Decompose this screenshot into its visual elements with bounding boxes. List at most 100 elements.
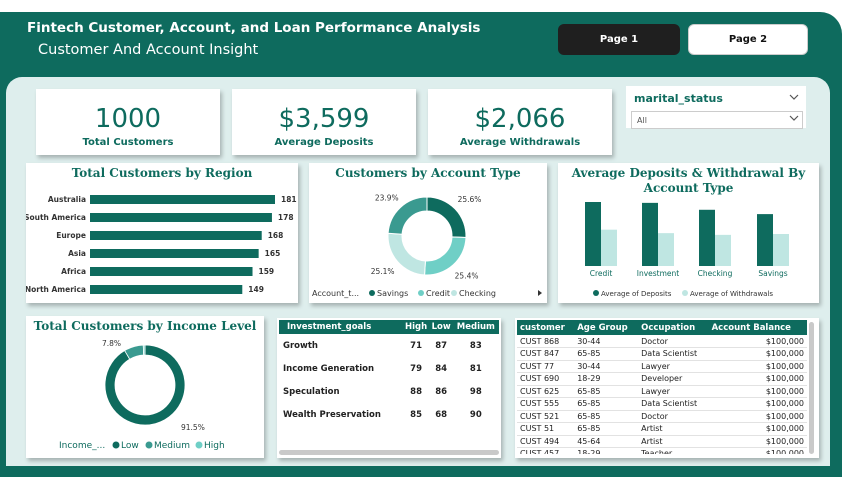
table-cell: 65-85 [574, 422, 639, 436]
column-header[interactable]: Occupation [638, 320, 709, 335]
table-cell: 65-85 [574, 410, 639, 423]
data-label: 91.5% [181, 423, 205, 432]
region-label: South America [26, 213, 86, 222]
table-cell: CUST 77 [517, 360, 575, 373]
deposit-bar [642, 202, 658, 266]
table-row[interactable]: CUST 868 30-44 Doctor $100,000 [517, 335, 807, 348]
table-cell: Doctor [638, 335, 709, 348]
table-cell: CUST 494 [517, 435, 575, 448]
table-cell: Data Scientist [638, 397, 709, 411]
category-label: Investment [637, 269, 680, 278]
column-header[interactable]: customer [517, 320, 575, 335]
table-cell: 87 [435, 340, 448, 351]
slicer-dropdown[interactable]: All [631, 111, 803, 129]
column-header[interactable]: High [402, 320, 430, 334]
deposit-bar [585, 202, 601, 266]
kpi-label: Average Withdrawals [459, 137, 581, 148]
table-cell: Lawyer [638, 385, 709, 398]
page2-button[interactable]: Page 2 [688, 24, 808, 55]
withdrawal-bar [658, 233, 674, 266]
table-cell: Teacher [638, 447, 709, 454]
donut-slice [104, 344, 186, 426]
column-header[interactable]: Medium [452, 320, 499, 334]
account-type-donut: 25.6% 25.4% 25.1% 23.9% Account_t... Savings C… [312, 193, 542, 298]
region-bar [90, 231, 262, 240]
table-cell: $100,000 [708, 347, 807, 361]
region-bar-chart: Australia 181 South America 178 Europe 168 Asi… [26, 195, 297, 294]
chevron-right-icon [538, 290, 542, 296]
table-row[interactable]: CUST 555 65-85 Data Scientist $100,000 [517, 397, 807, 411]
table-row[interactable]: CUST 494 45-64 Artist $100,000 [517, 435, 807, 448]
account-type-chart-card: Customers by Account Type 25.6% 25.4% 25.1… [309, 163, 547, 303]
table-row[interactable]: CUST 625 65-85 Lawyer $100,000 [517, 385, 807, 398]
table-cell: 83 [469, 340, 482, 351]
investment-goals-table: Investment_goals High Low Medium Growth 7… [279, 320, 499, 426]
data-label: 165 [265, 249, 281, 258]
table-cell: Income Generation [283, 363, 375, 374]
dashboard-title: Fintech Customer, Account, and Loan Perf… [27, 20, 481, 36]
legend-label: Credit [426, 289, 450, 298]
legend-marker [682, 290, 688, 296]
table-cell: $100,000 [708, 435, 807, 448]
table-row[interactable]: CUST 51 65-85 Artist $100,000 [517, 422, 807, 436]
data-label: 168 [268, 231, 284, 240]
table-cell: 65-85 [574, 397, 639, 411]
kpi-label: Average Deposits [274, 137, 374, 148]
legend-marker [195, 441, 203, 449]
region-bar [90, 285, 243, 294]
vertical-scrollbar[interactable] [809, 322, 814, 454]
data-label: 7.8% [102, 339, 121, 348]
page1-button[interactable]: Page 1 [558, 24, 680, 55]
table-cell: 65-85 [574, 385, 639, 398]
legend-label: Average of Withdrawals [690, 290, 773, 298]
chevron-down-icon[interactable] [789, 94, 799, 100]
donut-slice [387, 196, 428, 235]
table-row[interactable]: CUST 457 18-29 Teacher $100,000 [517, 447, 807, 454]
region-bar [90, 249, 259, 258]
table-cell: Wealth Preservation [283, 409, 381, 420]
column-header[interactable]: Account Balance [708, 320, 807, 335]
legend-label: Medium [154, 441, 190, 451]
table-row[interactable]: Wealth Preservation 85 68 90 [279, 403, 499, 426]
table-cell: CUST 521 [517, 410, 575, 423]
chevron-down-icon[interactable] [789, 115, 799, 121]
table-cell: Data Scientist [638, 347, 709, 361]
horizontal-scrollbar[interactable] [279, 450, 499, 455]
table-row[interactable]: Speculation 88 86 98 [279, 380, 499, 403]
table-cell: 86 [435, 386, 448, 397]
table-cell: CUST 690 [517, 372, 575, 386]
table-cell: 81 [469, 363, 482, 374]
marital-status-slicer[interactable]: marital_status All [626, 86, 806, 129]
table-row[interactable]: Growth 71 87 83 [279, 334, 499, 357]
table-row[interactable]: CUST 521 65-85 Doctor $100,000 [517, 410, 807, 423]
table-row[interactable]: CUST 77 30-44 Lawyer $100,000 [517, 360, 807, 373]
legend-title: Income_... [59, 441, 105, 451]
table-cell: $100,000 [708, 410, 807, 423]
kpi-average-withdrawals: $2,066 Average Withdrawals [428, 89, 612, 155]
data-label: 149 [248, 285, 264, 294]
table-cell: 18-29 [574, 372, 639, 386]
region-bar [90, 195, 275, 204]
data-label: 25.1% [371, 267, 395, 276]
table-cell: 30-44 [574, 335, 639, 348]
withdrawal-bar [773, 234, 789, 266]
column-header[interactable]: Investment_goals [279, 320, 403, 334]
category-label: Savings [758, 269, 787, 278]
table-row[interactable]: CUST 690 18-29 Developer $100,000 [517, 372, 807, 386]
table-row[interactable]: Income Generation 79 84 81 [279, 357, 499, 380]
table-cell: 85 [410, 409, 422, 420]
region-label: North America [26, 285, 86, 294]
column-header[interactable]: Age Group [574, 320, 639, 335]
table-cell: 45-64 [574, 435, 639, 448]
table-cell: CUST 625 [517, 385, 575, 398]
kpi-value: $3,599 [278, 104, 370, 134]
kpi-average-deposits: $3,599 Average Deposits [232, 89, 416, 155]
column-header[interactable]: Low [429, 320, 453, 334]
customer-table: customer Age Group Occupation Account Ba… [517, 320, 807, 454]
table-cell: 88 [410, 386, 422, 397]
table-cell: 84 [435, 363, 448, 374]
legend-label: Checking [459, 289, 496, 298]
kpi-label: Total Customers [82, 137, 174, 148]
kpi-value: 1000 [94, 104, 162, 134]
table-row[interactable]: CUST 847 65-85 Data Scientist $100,000 [517, 347, 807, 361]
